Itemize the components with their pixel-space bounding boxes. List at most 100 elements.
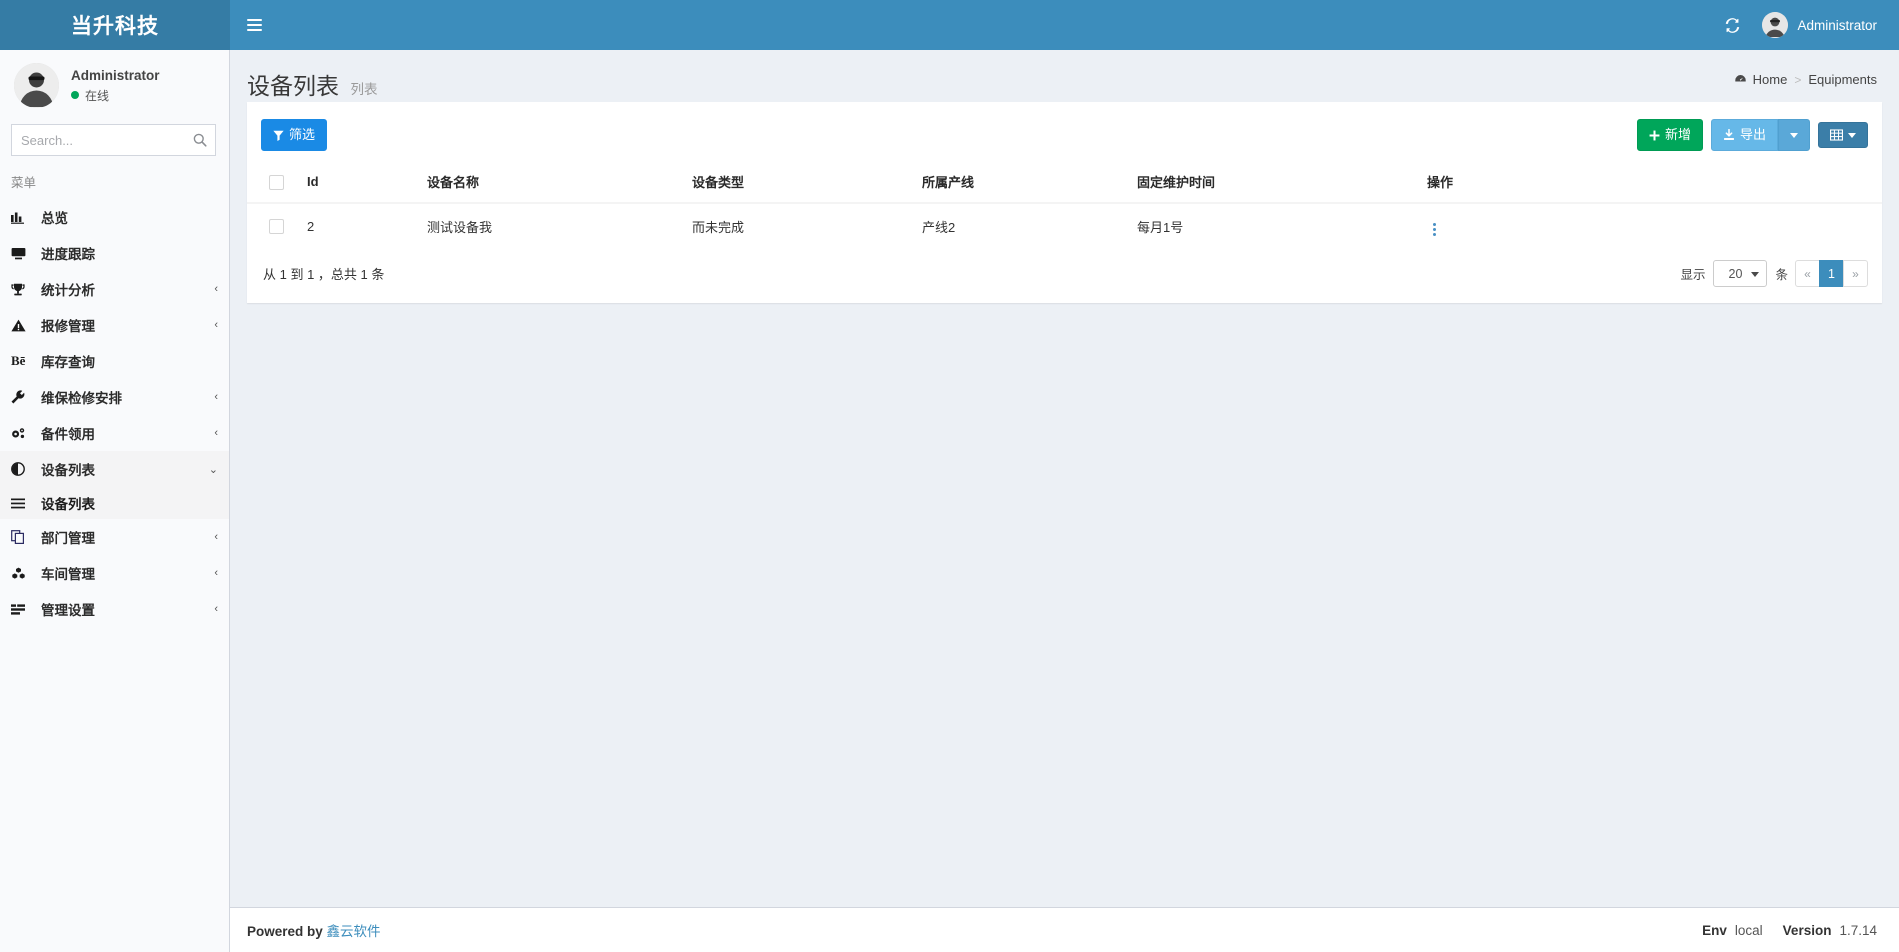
add-button[interactable]: 新增: [1637, 119, 1703, 151]
row-maintenance: 每月1号: [1129, 203, 1419, 248]
row-type: 而未完成: [684, 203, 914, 248]
caret-down-icon: [1848, 133, 1856, 138]
bar-chart-icon: [11, 211, 33, 224]
sidebar-item-progress-tracking[interactable]: 进度跟踪: [0, 235, 229, 271]
sidebar-toggle-button[interactable]: [230, 0, 278, 50]
online-status-icon: [71, 91, 79, 99]
sidebar-item-equipment-list[interactable]: 设备列表 ⌄ 设备列表: [0, 451, 229, 519]
table-row[interactable]: 2 测试设备我 而未完成 产线2 每月1号: [247, 203, 1882, 248]
filter-button[interactable]: 筛选: [261, 119, 327, 151]
download-icon: [1723, 129, 1735, 141]
sidebar-item-statistics[interactable]: 统计分析 ‹: [0, 271, 229, 307]
row-id: 2: [299, 203, 419, 248]
sidebar-user-name: Administrator: [71, 68, 160, 83]
trophy-icon: [11, 283, 33, 296]
sidebar-user-status: 在线: [71, 87, 160, 104]
hamburger-icon: [247, 16, 262, 34]
kebab-menu-icon[interactable]: [1427, 221, 1442, 238]
brand-logo[interactable]: 当升科技: [0, 0, 230, 50]
footer-credit: Powered by 鑫云软件: [247, 920, 381, 940]
export-dropdown-button[interactable]: [1778, 119, 1810, 151]
sidebar-item-arrow: ‹: [214, 391, 218, 403]
chevron-down-icon: ⌄: [209, 463, 218, 476]
sidebar-item-admin-settings[interactable]: 管理设置 ‹: [0, 591, 229, 627]
select-all-checkbox[interactable]: [269, 175, 284, 190]
export-button[interactable]: 导出: [1711, 119, 1778, 151]
sidebar-subitem-equipment-list[interactable]: 设备列表: [0, 487, 229, 519]
cogs-icon: [11, 427, 33, 440]
sidebar-item-label: 总览: [41, 207, 218, 227]
refresh-icon: [1724, 17, 1741, 34]
sidebar-item-workshop-management[interactable]: 车间管理 ‹: [0, 555, 229, 591]
table-header-select-all: [247, 163, 299, 203]
footer-vendor-link[interactable]: 鑫云软件: [327, 924, 381, 939]
sidebar-item-arrow: ‹: [214, 319, 218, 331]
sidebar-item-label: 管理设置: [41, 599, 214, 619]
table-body: 2 测试设备我 而未完成 产线2 每月1号: [247, 203, 1882, 248]
refresh-button[interactable]: [1712, 0, 1752, 50]
sidebar-item-arrow: ‹: [214, 603, 218, 615]
footer-env-label: Env: [1702, 923, 1727, 938]
table-header-line[interactable]: 所属产线: [914, 163, 1129, 203]
warning-icon: [11, 319, 33, 332]
table-header-id[interactable]: Id: [299, 163, 419, 203]
equipment-table: Id 设备名称 设备类型 所属产线 固定维护时间 操作 2 测试设备我 而未完成…: [247, 163, 1882, 248]
footer-env-value: local: [1735, 923, 1763, 938]
breadcrumb-home[interactable]: Home: [1734, 72, 1788, 87]
user-menu-button[interactable]: Administrator: [1752, 0, 1885, 50]
pagination-next[interactable]: »: [1843, 260, 1868, 287]
sidebar-item-arrow: ‹: [214, 531, 218, 543]
footer-version-label: Version: [1783, 923, 1832, 938]
cubes-icon: [11, 567, 33, 580]
sidebar-item-spare-parts[interactable]: 备件领用 ‹: [0, 415, 229, 451]
footer-powered-by-label: Powered by: [247, 924, 323, 939]
sidebar-item-label: 报修管理: [41, 315, 214, 335]
page-subtitle: 列表: [350, 82, 377, 97]
table-header-maintenance[interactable]: 固定维护时间: [1129, 163, 1419, 203]
sidebar-item-label: 维保检修安排: [41, 387, 214, 407]
table-header-type[interactable]: 设备类型: [684, 163, 914, 203]
search-button[interactable]: [185, 125, 215, 155]
sidebar-item-inventory-query[interactable]: Bē 库存查询: [0, 343, 229, 379]
sidebar-item-department-management[interactable]: 部门管理 ‹: [0, 519, 229, 555]
content-header: 设备列表 列表 Home > Equipments: [230, 50, 1899, 102]
table-header-name[interactable]: 设备名称: [419, 163, 684, 203]
pagination: « 1 »: [1796, 260, 1868, 287]
page-size-select[interactable]: 20: [1713, 260, 1767, 287]
page-size-label: 显示: [1680, 264, 1705, 283]
sidebar-submenu: 设备列表: [0, 487, 229, 519]
sidebar-menu-header: 菜单: [0, 156, 229, 199]
pagination-prev[interactable]: «: [1795, 260, 1820, 287]
columns-button-group: [1818, 122, 1868, 148]
sidebar-user-status-label: 在线: [85, 87, 109, 104]
footer-meta: Env local Version 1.7.14: [1702, 923, 1877, 938]
export-button-group: 导出: [1711, 119, 1810, 151]
sidebar-item-label: 备件领用: [41, 423, 214, 443]
wrench-icon: [11, 390, 33, 404]
breadcrumb: Home > Equipments: [1734, 72, 1877, 87]
content-wrapper: 设备列表 列表 Home > Equipments 筛选: [230, 50, 1899, 952]
page-size-value: 20: [1729, 267, 1743, 281]
sidebar-item-maintenance-schedule[interactable]: 维保检修安排 ‹: [0, 379, 229, 415]
export-button-label: 导出: [1740, 126, 1766, 144]
page-title: 设备列表: [247, 67, 339, 101]
row-name: 测试设备我: [419, 203, 684, 248]
main-footer: Powered by 鑫云软件 Env local Version 1.7.14: [230, 907, 1899, 952]
table-head: Id 设备名称 设备类型 所属产线 固定维护时间 操作: [247, 163, 1882, 203]
pagination-page-1[interactable]: 1: [1819, 260, 1844, 287]
navbar: Administrator: [230, 0, 1899, 50]
sidebar-item-repair-management[interactable]: 报修管理 ‹: [0, 307, 229, 343]
behance-icon: Bē: [11, 353, 33, 369]
sidebar-user-info: Administrator 在线: [71, 68, 160, 104]
table-footer: 从 1 到 1 ，总共 1 条 显示 20 条 « 1 »: [247, 248, 1882, 301]
sidebar-item-label: 设备列表: [41, 459, 209, 479]
filter-button-label: 筛选: [289, 126, 315, 144]
sidebar-item-label: 库存查询: [41, 351, 218, 371]
sidebar-item-overview[interactable]: 总览: [0, 199, 229, 235]
pagination-summary: 从 1 到 1 ，总共 1 条: [263, 264, 384, 283]
columns-toggle-button[interactable]: [1818, 122, 1868, 148]
row-checkbox[interactable]: [269, 219, 284, 234]
table-icon: [1830, 129, 1843, 141]
navbar-right-section: Administrator: [1712, 0, 1899, 50]
user-name-label: Administrator: [1797, 18, 1877, 33]
